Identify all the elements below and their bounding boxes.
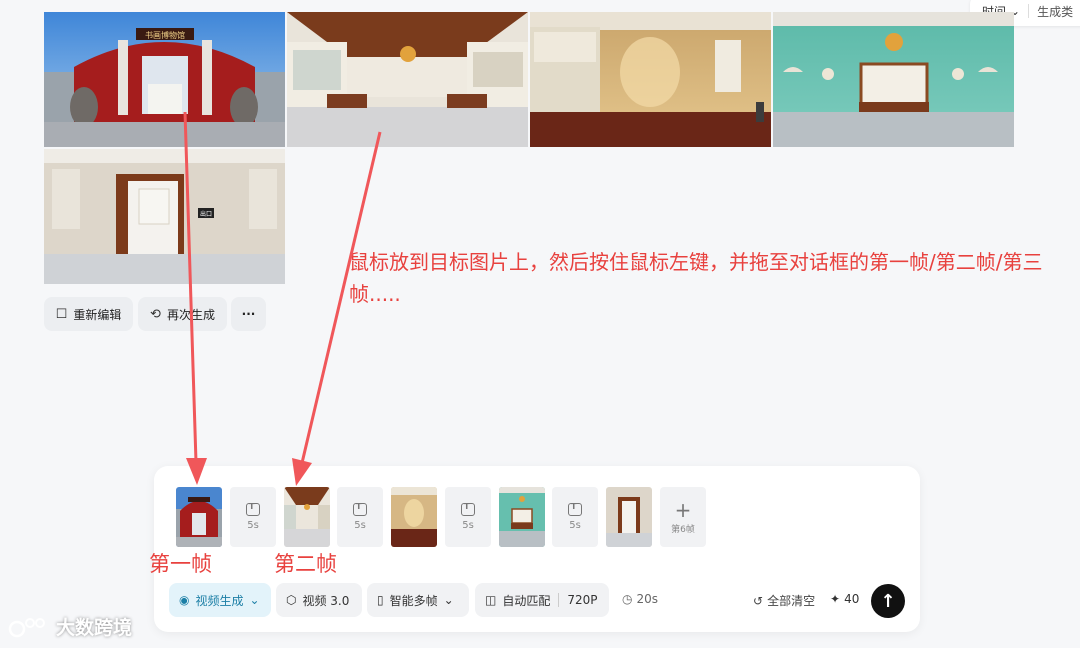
watermark-text: 大数跨境: [56, 617, 133, 639]
credits-display: ✦ 40: [830, 592, 859, 606]
frame-4-thumbnail[interactable]: [499, 487, 545, 547]
frame-3-thumbnail[interactable]: [391, 487, 437, 547]
mode-dropdown[interactable]: ◉ 视频生成 ⌄: [169, 583, 271, 617]
duration-label: 20s: [636, 592, 659, 606]
clear-all-label: 全部清空: [767, 594, 816, 608]
frame-1-thumbnail[interactable]: [176, 487, 222, 547]
frames-icon: ▯: [377, 593, 384, 607]
frame-mode-label: 智能多帧: [389, 593, 438, 608]
transition-duration: 5s: [354, 520, 366, 531]
mode-label: 视频生成: [195, 593, 244, 608]
frame-5-thumbnail[interactable]: [606, 487, 652, 547]
regenerate-label: 再次生成: [166, 307, 215, 322]
watermark-logo-icon: [8, 617, 45, 637]
exit-sign: 出口: [200, 210, 212, 218]
arrow-up-icon: ↑: [880, 590, 896, 612]
divider: [1028, 4, 1030, 18]
resolution-label: 720P: [567, 593, 598, 607]
edit-icon: ☐: [55, 306, 68, 322]
chevron-down-icon: ⌄: [443, 593, 454, 607]
divider: [558, 593, 560, 607]
ratio-label: 自动匹配: [502, 593, 551, 608]
image-gallery-hall[interactable]: [287, 12, 528, 147]
regenerate-button[interactable]: ⟲ 再次生成: [138, 297, 227, 331]
image-fan-gallery[interactable]: [773, 12, 1014, 147]
model-label: 视频 3.0: [302, 593, 350, 608]
transition-slot-1[interactable]: 5s: [230, 487, 276, 547]
add-frame-label: 第6帧: [671, 524, 695, 535]
add-frame-button[interactable]: + 第6帧: [660, 487, 706, 547]
more-button[interactable]: ···: [231, 297, 266, 331]
instruction-annotation: 鼠标放到目标图片上，然后按住鼠标左键，并拖至对话框的第一帧/第二帧/第三帧...…: [349, 250, 1043, 306]
first-frame-annotation: 第一帧: [149, 552, 212, 576]
text-transition-icon: [568, 502, 582, 516]
ratio-resolution-selector[interactable]: ◫ 自动匹配 720P: [475, 583, 609, 617]
clear-all-button[interactable]: ↺ 全部清空: [753, 592, 815, 609]
submit-button[interactable]: ↑: [871, 584, 905, 618]
text-transition-icon: [246, 502, 260, 516]
image-museum-gate[interactable]: 书画博物馆: [44, 12, 285, 147]
transition-duration: 5s: [569, 520, 581, 531]
image-exhibit-room[interactable]: [530, 12, 771, 147]
text-transition-icon: [353, 502, 367, 516]
type-filter[interactable]: 生成类: [1037, 3, 1073, 20]
frame-2-thumbnail[interactable]: [284, 487, 330, 547]
credits-count: 40: [844, 592, 860, 606]
transition-slot-3[interactable]: 5s: [445, 487, 491, 547]
undo-icon: ↺: [753, 593, 764, 608]
cube-icon: ⬡: [286, 593, 297, 607]
chevron-down-icon: ⌄: [249, 593, 260, 607]
play-circle-icon: ◉: [179, 593, 190, 607]
refresh-icon: ⟲: [150, 306, 161, 322]
second-frame-annotation: 第二帧: [274, 552, 337, 576]
clock-icon: ◷: [622, 592, 633, 606]
reedit-button[interactable]: ☐ 重新编辑: [44, 297, 133, 331]
transition-duration: 5s: [462, 520, 474, 531]
text-transition-icon: [461, 502, 475, 516]
transition-slot-4[interactable]: 5s: [552, 487, 598, 547]
reedit-label: 重新编辑: [73, 307, 122, 322]
image-exit-doorway[interactable]: 出口: [44, 149, 285, 284]
plus-icon: +: [674, 497, 692, 522]
watermark: 大数跨境: [8, 613, 132, 640]
transition-slot-2[interactable]: 5s: [337, 487, 383, 547]
sparkle-icon: ✦: [830, 592, 841, 606]
museum-plaque: 书画博物馆: [145, 30, 185, 40]
duration-display[interactable]: ◷ 20s: [622, 592, 658, 606]
frame-mode-dropdown[interactable]: ▯ 智能多帧 ⌄: [367, 583, 469, 617]
transition-duration: 5s: [247, 520, 259, 531]
ratio-icon: ◫: [485, 593, 497, 607]
more-icon: ···: [241, 307, 256, 321]
model-selector[interactable]: ⬡ 视频 3.0: [276, 583, 362, 617]
